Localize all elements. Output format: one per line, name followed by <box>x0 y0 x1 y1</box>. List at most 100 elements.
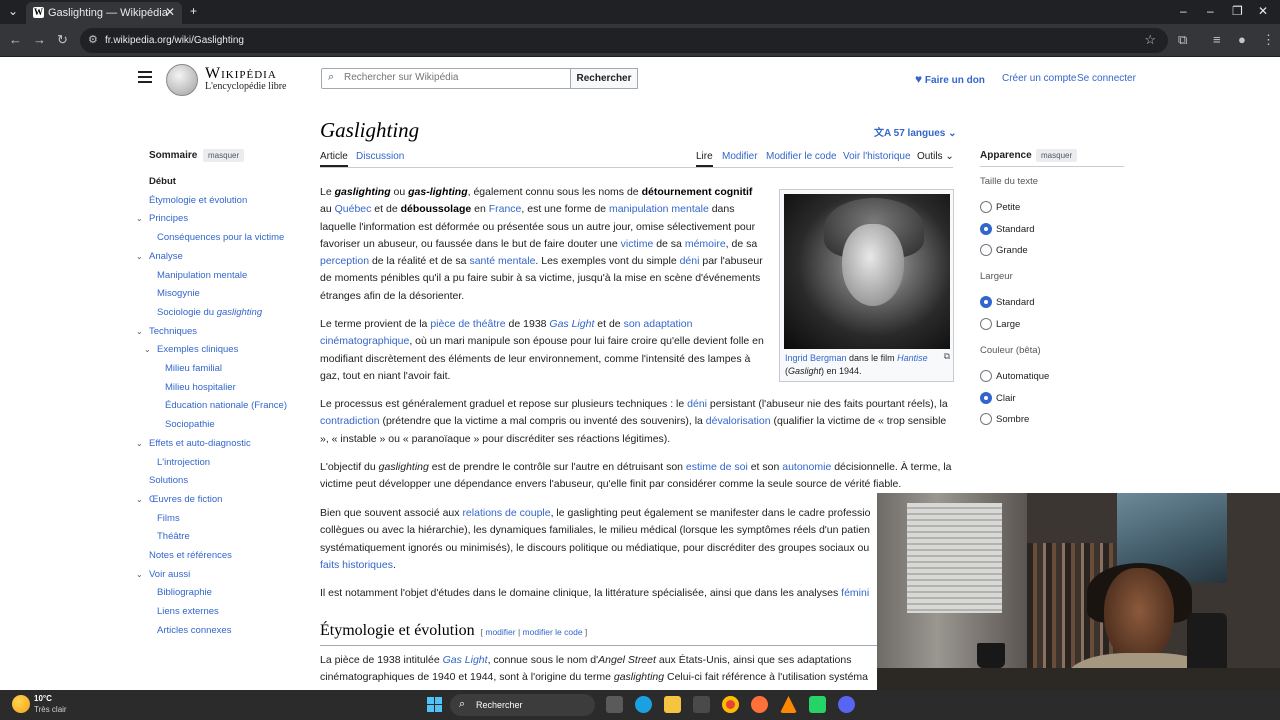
text-size-option-label[interactable]: Petite <box>996 202 1020 213</box>
main-menu-icon[interactable] <box>138 71 152 86</box>
toc-item[interactable]: Début <box>149 176 176 187</box>
link-feministes[interactable]: fémini <box>841 587 869 599</box>
create-account-link[interactable]: Créer un compte <box>1002 73 1076 84</box>
tab-article[interactable]: Article <box>320 151 348 167</box>
section-edit-link[interactable]: modifier <box>485 627 515 637</box>
toc-item[interactable]: Articles connexes <box>157 625 231 636</box>
toc-item[interactable]: Conséquences pour la victime <box>157 232 284 243</box>
search-input[interactable] <box>344 72 564 83</box>
windows-start-icon[interactable] <box>427 697 442 712</box>
edge-icon[interactable] <box>635 696 652 713</box>
vlc-icon[interactable] <box>780 696 797 713</box>
address-bar[interactable]: ⚙ fr.wikipedia.org/wiki/Gaslighting ☆ <box>80 28 1168 53</box>
link-memoire[interactable]: mémoire <box>685 238 726 250</box>
link-victime[interactable]: victime <box>621 238 654 250</box>
ingrid-bergman-photo[interactable] <box>784 194 950 349</box>
toc-item[interactable]: Exemples cliniques <box>157 344 238 355</box>
tools-menu[interactable]: Outils ⌄ <box>917 151 954 162</box>
section-edit-code-link[interactable]: modifier le code <box>523 627 583 637</box>
donate-link[interactable]: ♥ Faire un don <box>915 72 985 86</box>
toc-expand-chevron-icon[interactable]: ⌄ <box>136 570 143 579</box>
wikipedia-globe-logo[interactable] <box>166 64 198 96</box>
weather-description[interactable]: Très clair <box>34 705 67 714</box>
toc-expand-chevron-icon[interactable]: ⌄ <box>136 327 143 336</box>
toc-item[interactable]: Liens externes <box>157 606 219 617</box>
link-adaptation[interactable]: son adaptation cinématographique <box>320 318 692 347</box>
tab-search-icon[interactable]: ⌄ <box>8 4 18 18</box>
text-size-radio[interactable] <box>980 201 992 213</box>
firefox-icon[interactable] <box>751 696 768 713</box>
file-explorer-icon[interactable] <box>664 696 681 713</box>
link-gas-light-2[interactable]: Gas Light <box>443 654 488 666</box>
toc-item[interactable]: L'introjection <box>157 457 210 468</box>
discord-icon[interactable] <box>838 696 855 713</box>
link-autonomie[interactable]: autonomie <box>782 461 831 473</box>
messenger-icon[interactable] <box>809 696 826 713</box>
toc-item[interactable]: Milieu familial <box>165 363 222 374</box>
tab-history[interactable]: Voir l'historique <box>843 151 911 162</box>
login-link[interactable]: Se connecter <box>1077 73 1136 84</box>
toc-item[interactable]: Sociopathie <box>165 419 215 430</box>
toc-item[interactable]: Sociologie du gaslighting <box>157 307 262 318</box>
extensions-icon[interactable]: ⧉ <box>1178 32 1187 48</box>
color-radio[interactable] <box>980 370 992 382</box>
toc-item[interactable]: Misogynie <box>157 288 200 299</box>
link-perception[interactable]: perception <box>320 255 369 267</box>
toc-expand-chevron-icon[interactable]: ⌄ <box>136 214 143 223</box>
chrome-icon[interactable] <box>722 696 739 713</box>
tab-edit-source[interactable]: Modifier le code <box>766 151 837 162</box>
link-ingrid-bergman[interactable]: Ingrid Bergman <box>785 353 847 363</box>
toc-item[interactable]: Principes <box>149 213 188 224</box>
toc-expand-chevron-icon[interactable]: ⌄ <box>136 439 143 448</box>
toc-item[interactable]: Étymologie et évolution <box>149 195 247 206</box>
toc-item[interactable]: Milieu hospitalier <box>165 382 236 393</box>
text-size-option-label[interactable]: Standard <box>996 224 1035 235</box>
link-piece-de-theatre[interactable]: pièce de théâtre <box>430 318 505 330</box>
toc-hide-button[interactable]: masquer <box>203 149 245 162</box>
link-devalorisation[interactable]: dévalorisation <box>706 415 771 427</box>
link-deni-2[interactable]: déni <box>687 398 707 410</box>
task-view-icon[interactable] <box>606 696 623 713</box>
toc-item[interactable]: Éducation nationale (France) <box>165 400 287 411</box>
toc-item[interactable]: Solutions <box>149 475 188 486</box>
tab-edit[interactable]: Modifier <box>722 151 758 162</box>
media-icon[interactable]: ≡ <box>1213 32 1221 47</box>
toc-item[interactable]: Effets et auto-diagnostic <box>149 438 251 449</box>
weather-sun-icon[interactable] <box>12 695 30 713</box>
reload-icon[interactable]: ↻ <box>57 32 68 48</box>
toc-expand-chevron-icon[interactable]: ⌄ <box>136 252 143 261</box>
text-size-radio[interactable] <box>980 222 992 235</box>
link-faits-historiques[interactable]: faits historiques <box>320 559 393 571</box>
weather-temperature[interactable]: 10°C <box>34 694 52 703</box>
bookmark-star-icon[interactable]: ☆ <box>1144 32 1156 48</box>
color-option-label[interactable]: Automatique <box>996 371 1049 382</box>
color-option-label[interactable]: Clair <box>996 393 1016 404</box>
forward-icon[interactable]: → <box>33 32 46 47</box>
text-size-option-label[interactable]: Grande <box>996 245 1028 256</box>
toc-item[interactable]: Manipulation mentale <box>157 270 247 281</box>
tab-read[interactable]: Lire <box>696 151 713 167</box>
close-window-icon[interactable]: ✕ <box>1258 4 1268 18</box>
taskbar-search[interactable]: ⌕ Rechercher <box>450 694 595 716</box>
color-option-label[interactable]: Sombre <box>996 414 1029 425</box>
tab-discussion[interactable]: Discussion <box>356 151 404 162</box>
text-size-radio[interactable] <box>980 244 992 256</box>
toc-item[interactable]: Bibliographie <box>157 587 212 598</box>
toc-item[interactable]: Notes et références <box>149 550 232 561</box>
maximize-icon[interactable]: ❐ <box>1232 4 1243 18</box>
toc-item[interactable]: Voir aussi <box>149 569 190 580</box>
search-button[interactable]: Rechercher <box>570 68 638 89</box>
toc-expand-chevron-icon[interactable]: ⌄ <box>136 495 143 504</box>
site-info-icon[interactable]: ⚙ <box>88 33 98 46</box>
link-relations-de-couple[interactable]: relations de couple <box>462 507 550 519</box>
width-option-label[interactable]: Standard <box>996 297 1035 308</box>
color-radio[interactable] <box>980 413 992 425</box>
browser-tab[interactable]: W Gaslighting — Wikipédia ✕ <box>26 2 182 24</box>
toc-item[interactable]: Théâtre <box>157 531 190 542</box>
toc-item[interactable]: Techniques <box>149 326 197 337</box>
search-box[interactable]: ⌕ <box>321 68 571 89</box>
link-sante-mentale[interactable]: santé mentale <box>469 255 535 267</box>
link-contradiction[interactable]: contradiction <box>320 415 380 427</box>
new-tab-icon[interactable]: + <box>190 4 197 18</box>
minimize-icon[interactable]: – <box>1180 4 1187 18</box>
